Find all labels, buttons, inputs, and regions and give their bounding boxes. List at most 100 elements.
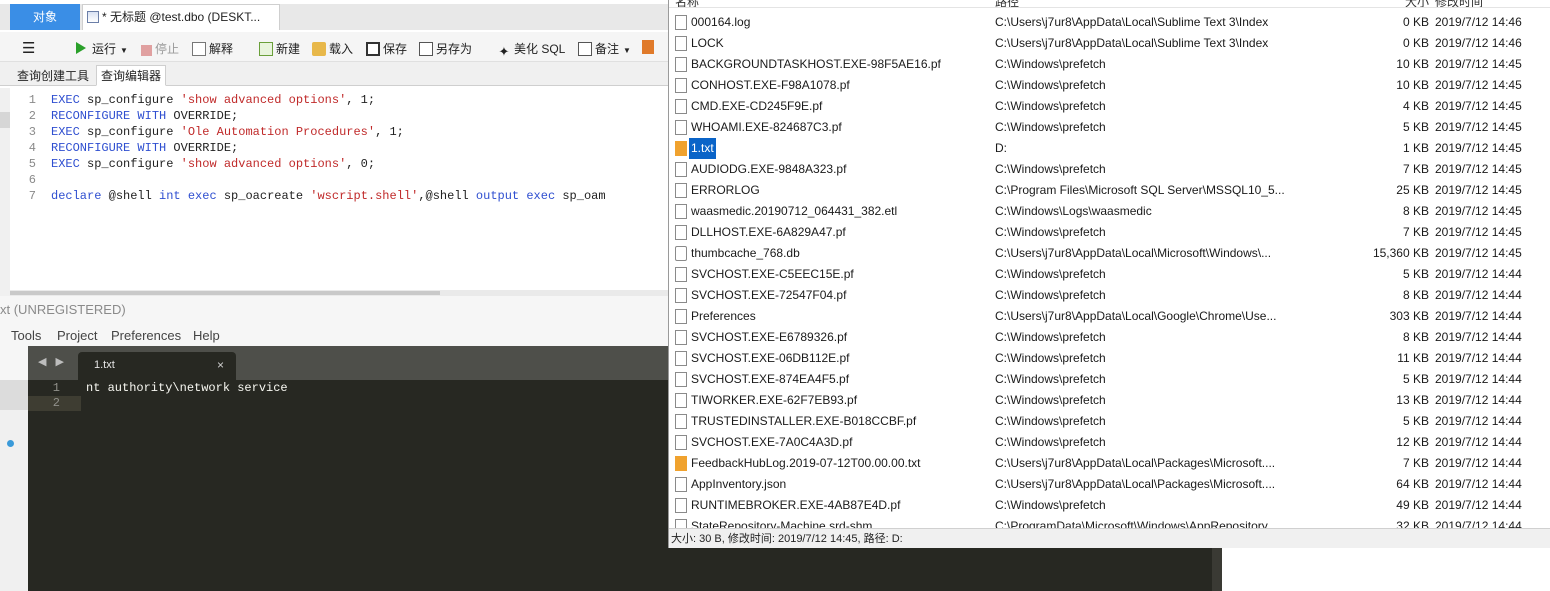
new-icon (259, 42, 273, 56)
result-path: C:\Windows\prefetch (995, 120, 1106, 134)
new-button[interactable]: 新建 (259, 40, 300, 57)
sql-text: OVERRIDE; (166, 141, 239, 155)
load-label: 载入 (329, 42, 354, 56)
tab-scroll-arrows-icon[interactable]: ◀ ▶ (38, 355, 67, 368)
tab-untitled-query[interactable]: * 无标题 @test.dbo (DESKT... (82, 4, 280, 30)
result-date: 2019/7/12 14:46 (1435, 15, 1522, 29)
save-as-label: 另存为 (436, 42, 473, 56)
tab-query-builder[interactable]: 查询创建工具 (12, 65, 94, 86)
result-path: C:\Windows\prefetch (995, 393, 1106, 407)
result-row[interactable]: AppInventory.json C:\Users\j7ur8\AppData\… (669, 474, 1550, 495)
save-as-icon (419, 42, 433, 56)
line-number: 5 (28, 157, 36, 171)
menu-item-help[interactable]: Help (193, 328, 220, 343)
file-icon (675, 288, 687, 303)
result-row[interactable]: CMD.EXE-CD245F9E.pf C:\Windows\prefetch 4 … (669, 96, 1550, 117)
sql-keyword: exec (526, 189, 556, 203)
result-row[interactable]: 000164.log C:\Users\j7ur8\AppData\Local\S… (669, 12, 1550, 33)
result-date: 2019/7/12 14:45 (1435, 120, 1522, 134)
result-name: StateRepository-Machine.srd-shm (691, 519, 873, 528)
result-date: 2019/7/12 14:44 (1435, 435, 1522, 449)
tab-query-editor[interactable]: 查询编辑器 (96, 65, 167, 86)
export-icon[interactable] (642, 40, 657, 54)
result-row[interactable]: SVCHOST.EXE-06DB112E.pf C:\Windows\prefet… (669, 348, 1550, 369)
result-size: 64 KB (1396, 477, 1429, 491)
results-list: 000164.log C:\Users\j7ur8\AppData\Local\S… (669, 0, 1550, 528)
beautify-sql-button[interactable]: ✦ 美化 SQL (497, 40, 566, 59)
result-name: BACKGROUNDTASKHOST.EXE-98F5AE16.pf (691, 57, 941, 71)
load-button[interactable]: 载入 (312, 40, 353, 57)
result-row[interactable]: AUDIODG.EXE-9848A323.pf C:\Windows\prefet… (669, 159, 1550, 180)
result-name: ERRORLOG (691, 183, 760, 197)
result-row[interactable]: WHOAMI.EXE-824687C3.pf C:\Windows\prefetc… (669, 117, 1550, 138)
line-number: 6 (28, 173, 36, 187)
result-size: 25 KB (1396, 183, 1429, 197)
result-row[interactable]: thumbcache_768.db C:\Users\j7ur8\AppData\… (669, 243, 1550, 264)
result-path: C:\Users\j7ur8\AppData\Local\Sublime Tex… (995, 15, 1269, 29)
result-name: AppInventory.json (691, 477, 787, 491)
result-row[interactable]: TRUSTEDINSTALLER.EXE-B018CCBF.pf C:\Windo… (669, 411, 1550, 432)
file-icon (675, 330, 687, 345)
file-icon (675, 204, 687, 219)
tab-1-txt[interactable]: 1.txt × (78, 352, 236, 380)
result-size: 7 KB (1402, 162, 1429, 176)
result-row[interactable]: StateRepository-Machine.srd-shm C:\Progra… (669, 516, 1550, 528)
file-icon (675, 78, 687, 93)
tab-objects[interactable]: 对象 (10, 4, 80, 30)
line-number: 2 (28, 109, 36, 123)
save-as-button[interactable]: 另存为 (419, 40, 472, 57)
file-icon (675, 351, 687, 366)
menu-item-preferences[interactable]: Preferences (111, 328, 181, 343)
result-row[interactable]: SVCHOST.EXE-874EA4F5.pf C:\Windows\prefet… (669, 369, 1550, 390)
explain-button[interactable]: 解释 (192, 40, 233, 57)
result-size: 4 KB (1402, 99, 1429, 113)
file-icon (675, 162, 687, 177)
result-name: SVCHOST.EXE-C5EEC15E.pf (691, 267, 854, 281)
result-path: C:\Windows\prefetch (995, 435, 1106, 449)
result-row[interactable]: FeedbackHubLog.2019-07-12T00.00.00.txt C:… (669, 453, 1550, 474)
modified-dot-icon (7, 440, 14, 447)
result-size: 1 KB (1402, 141, 1429, 155)
file-icon (675, 309, 687, 324)
result-row[interactable]: ERRORLOG C:\Program Files\Microsoft SQL S… (669, 180, 1550, 201)
notes-label: 备注 (595, 42, 620, 56)
close-icon[interactable]: × (217, 358, 224, 372)
notes-button[interactable]: 备注 ▼ (578, 40, 631, 57)
result-row[interactable]: SVCHOST.EXE-7A0C4A3D.pf C:\Windows\prefet… (669, 432, 1550, 453)
result-row[interactable]: CONHOST.EXE-F98A1078.pf C:\Windows\prefet… (669, 75, 1550, 96)
result-row[interactable]: SVCHOST.EXE-72547F04.pf C:\Windows\prefet… (669, 285, 1550, 306)
result-row[interactable]: waasmedic.20190712_064431_382.etl C:\Wind… (669, 201, 1550, 222)
sql-string: 'Ole Automation Procedures' (180, 125, 376, 139)
status-bar: 大小: 30 B, 修改时间: 2019/7/12 14:45, 路径: D: (669, 528, 1550, 548)
result-path: C:\Windows\prefetch (995, 162, 1106, 176)
file-icon (675, 435, 687, 450)
result-size: 5 KB (1402, 372, 1429, 386)
result-row[interactable]: 1.txt D: 1 KB 2019/7/12 14:45 (669, 138, 1550, 159)
sql-keyword: RECONFIGURE WITH (51, 109, 167, 123)
result-row[interactable]: TIWORKER.EXE-62F7EB93.pf C:\Windows\prefe… (669, 390, 1550, 411)
stop-button[interactable]: 停止 (141, 40, 179, 57)
result-date: 2019/7/12 14:45 (1435, 141, 1522, 155)
menu-item-tools[interactable]: Tools (11, 328, 41, 343)
result-row[interactable]: LOCK C:\Users\j7ur8\AppData\Local\Sublime… (669, 33, 1550, 54)
result-row[interactable]: SVCHOST.EXE-E6789326.pf C:\Windows\prefet… (669, 327, 1550, 348)
result-row[interactable]: SVCHOST.EXE-C5EEC15E.pf C:\Windows\prefet… (669, 264, 1550, 285)
sparkle-icon: ✦ (498, 44, 510, 59)
scrollbar-thumb[interactable] (10, 291, 440, 295)
hamburger-menu-icon[interactable]: ☰ (22, 39, 35, 57)
menu-item-project[interactable]: Project (57, 328, 97, 343)
result-size: 10 KB (1396, 78, 1429, 92)
result-size: 8 KB (1402, 330, 1429, 344)
result-row[interactable]: DLLHOST.EXE-6A829A47.pf C:\Windows\prefet… (669, 222, 1550, 243)
result-row[interactable]: BACKGROUNDTASKHOST.EXE-98F5AE16.pf C:\Win… (669, 54, 1550, 75)
sql-editor[interactable]: 1 EXEC sp_configure 'show advanced option… (10, 88, 668, 288)
run-button[interactable]: 运行 ▼ (76, 40, 128, 57)
result-row[interactable]: Preferences C:\Users\j7ur8\AppData\Local\… (669, 306, 1550, 327)
beautify-sql-label: 美化 SQL (514, 42, 566, 56)
result-size: 8 KB (1402, 288, 1429, 302)
result-row[interactable]: RUNTIMEBROKER.EXE-4AB87E4D.pf C:\Windows\… (669, 495, 1550, 516)
save-label: 保存 (383, 42, 408, 56)
save-button[interactable]: 保存 (366, 40, 407, 57)
result-date: 2019/7/12 14:46 (1435, 36, 1522, 50)
result-path: C:\Program Files\Microsoft SQL Server\MS… (995, 183, 1285, 197)
